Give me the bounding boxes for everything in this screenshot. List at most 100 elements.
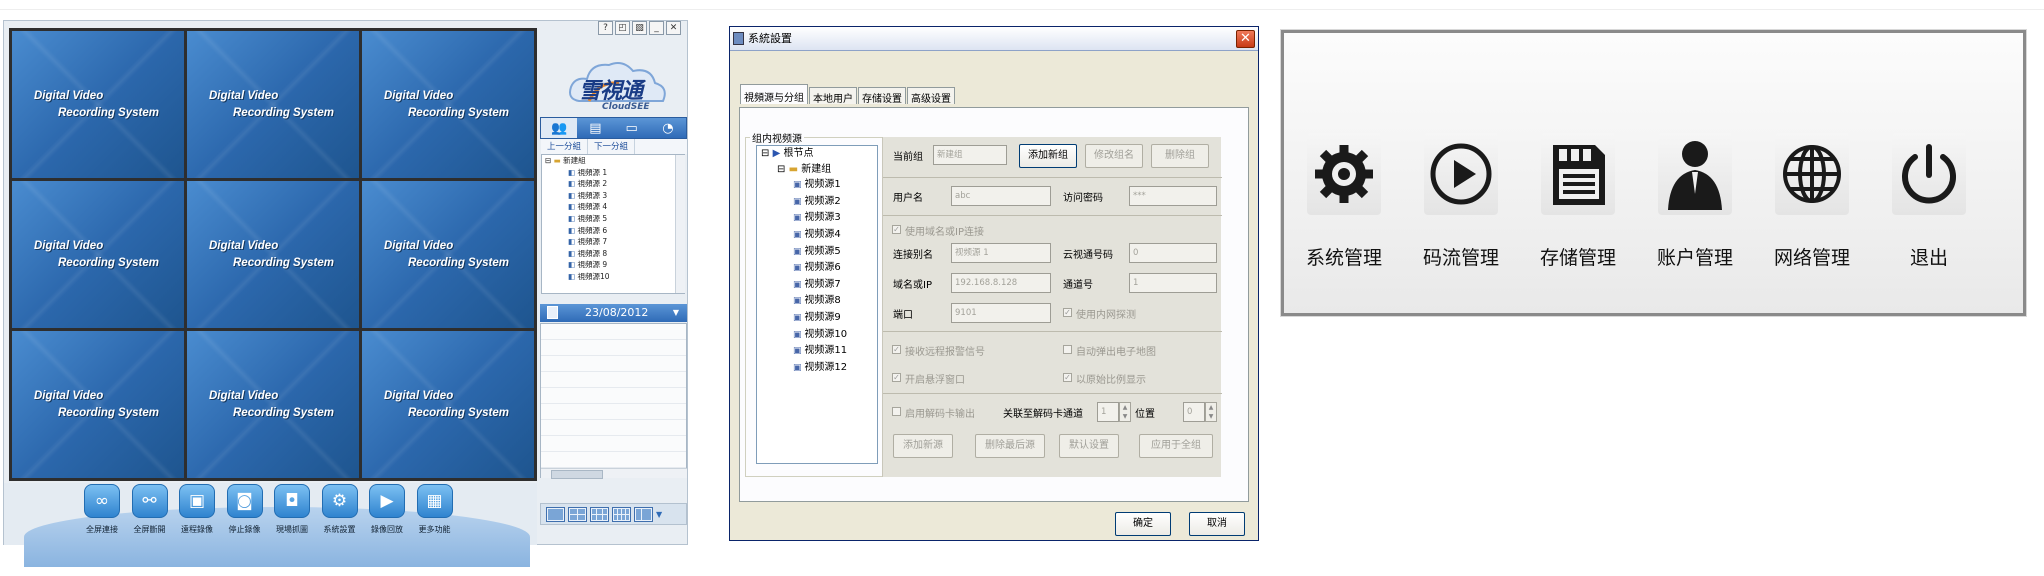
layout-dropdown-icon[interactable]: ▼ bbox=[656, 510, 662, 519]
close-button[interactable]: ✕ bbox=[666, 21, 681, 35]
toolbar-button[interactable]: ▣ 遠程錄像 bbox=[177, 484, 217, 535]
use-domain-checkbox[interactable]: ✓ bbox=[892, 225, 901, 234]
horizontal-scrollbar[interactable] bbox=[541, 468, 687, 479]
hover-window-checkbox[interactable]: ✓ bbox=[892, 373, 901, 382]
current-group-input[interactable]: 新建组 bbox=[933, 145, 1007, 165]
video-cell[interactable]: Digital Video Recording System bbox=[12, 181, 184, 328]
rename-group-button[interactable]: 修改组名 bbox=[1085, 144, 1143, 168]
tree-item[interactable]: 视频源4 bbox=[757, 227, 877, 244]
tree-item[interactable]: 視頻源 9 bbox=[542, 259, 684, 271]
menu-item-storage[interactable]: 存储管理 bbox=[1533, 133, 1623, 270]
password-input[interactable]: *** bbox=[1129, 186, 1217, 206]
restore-button[interactable]: ◰ bbox=[615, 21, 630, 35]
tree-item[interactable]: 视频源7 bbox=[757, 277, 877, 294]
video-cell[interactable]: Digital Video Recording System bbox=[362, 181, 534, 328]
tab-advanced[interactable]: 高级设置 bbox=[907, 87, 955, 105]
ok-button[interactable]: 确定 bbox=[1115, 512, 1171, 536]
video-cell[interactable]: Digital Video Recording System bbox=[362, 331, 534, 478]
help-button[interactable]: ? bbox=[598, 21, 613, 35]
menu-item-network[interactable]: 网络管理 bbox=[1767, 133, 1857, 270]
menu-item-exit[interactable]: 退出 bbox=[1884, 133, 1974, 270]
tab-storage[interactable]: 存储设置 bbox=[858, 87, 906, 105]
toolbar-button[interactable]: ▶ 錄像回放 bbox=[367, 484, 407, 535]
record-list[interactable] bbox=[540, 323, 687, 478]
layout-4-icon[interactable] bbox=[568, 506, 587, 522]
tree-item[interactable]: 视频源9 bbox=[757, 310, 877, 327]
menu-item-system[interactable]: 系统管理 bbox=[1299, 133, 1389, 270]
tree-item[interactable]: 視頻源 8 bbox=[542, 248, 684, 260]
tree-item[interactable]: 視頻源 3 bbox=[542, 190, 684, 202]
cloud-id-input[interactable]: 0 bbox=[1129, 243, 1217, 263]
tree-group[interactable]: ⊟ ▬ 新建組 bbox=[542, 155, 684, 167]
conn-alias-input[interactable]: 视频源 1 bbox=[951, 243, 1051, 263]
default-settings-button[interactable]: 默认设置 bbox=[1059, 434, 1119, 458]
apply-all-button[interactable]: 应用于全组 bbox=[1139, 434, 1213, 458]
video-cell[interactable]: Digital Video Recording System bbox=[12, 331, 184, 478]
toolbar-button[interactable]: ◙ 停止錄像 bbox=[225, 484, 265, 535]
tree-item[interactable]: 视频源12 bbox=[757, 360, 877, 377]
layout-custom-icon[interactable] bbox=[634, 506, 653, 522]
channel-input[interactable]: 1 bbox=[1129, 273, 1217, 293]
layout-1-icon[interactable] bbox=[546, 506, 565, 522]
layout-16-icon[interactable] bbox=[612, 506, 631, 522]
add-source-button[interactable]: 添加新源 bbox=[893, 434, 953, 458]
toolbar-button[interactable]: ⚯ 全屏斷開 bbox=[130, 484, 170, 535]
delete-last-source-button[interactable]: 删除最后源 bbox=[975, 434, 1045, 458]
toolbar-button[interactable]: ▦ 更多功能 bbox=[415, 484, 455, 535]
menu-item-stream[interactable]: 码流管理 bbox=[1416, 133, 1506, 270]
layout-button[interactable]: ▧ bbox=[632, 21, 647, 35]
tree-item[interactable]: 視頻源10 bbox=[542, 271, 684, 283]
tree-item[interactable]: 視頻源 1 bbox=[542, 167, 684, 179]
date-bar[interactable]: 23/08/2012 ▼ bbox=[540, 304, 687, 322]
monitor-tab-icon[interactable]: ▭ bbox=[614, 118, 650, 138]
folder-tab-icon[interactable]: ▤ bbox=[577, 118, 613, 138]
decoder-channel-spinner[interactable]: ▲ ▼ bbox=[1119, 402, 1131, 422]
tree-item[interactable]: 視頻源 6 bbox=[542, 225, 684, 237]
tree-item[interactable]: 視頻源 7 bbox=[542, 236, 684, 248]
tree-group[interactable]: ⊟ ▬ 新建组 bbox=[757, 162, 877, 178]
toolbar-button[interactable]: ◘ 現場抓圖 bbox=[272, 484, 312, 535]
tree-item[interactable]: 视频源8 bbox=[757, 293, 877, 310]
tree-item[interactable]: 视频源3 bbox=[757, 210, 877, 227]
tree-item[interactable]: 视频源6 bbox=[757, 260, 877, 277]
users-tab-icon[interactable]: 👥 bbox=[541, 118, 578, 138]
tree-item[interactable]: 视频源5 bbox=[757, 244, 877, 261]
minimize-button[interactable]: _ bbox=[649, 21, 664, 35]
video-cell[interactable]: Digital Video Recording System bbox=[187, 331, 359, 478]
tree-item[interactable]: 视频源10 bbox=[757, 327, 877, 344]
ratio-checkbox[interactable]: ✓ bbox=[1063, 373, 1072, 382]
dialog-close-button[interactable]: ✕ bbox=[1236, 30, 1255, 48]
menu-item-account[interactable]: 账户管理 bbox=[1650, 133, 1740, 270]
layout-9-icon[interactable] bbox=[590, 506, 609, 522]
port-input[interactable]: 9101 bbox=[951, 303, 1051, 323]
video-cell[interactable]: Digital Video Recording System bbox=[187, 31, 359, 178]
tree-scrollbar[interactable] bbox=[675, 155, 685, 293]
position-spinner[interactable]: ▲ ▼ bbox=[1205, 402, 1217, 422]
alarm-checkbox[interactable]: ✓ bbox=[892, 345, 901, 354]
tree-item[interactable]: 視頻源 2 bbox=[542, 178, 684, 190]
domain-input[interactable]: 192.168.8.128 bbox=[951, 273, 1051, 293]
add-group-button[interactable]: 添加新组 bbox=[1019, 144, 1077, 168]
tree-item[interactable]: 視頻源 4 bbox=[542, 201, 684, 213]
cancel-button[interactable]: 取消 bbox=[1189, 512, 1245, 536]
video-cell[interactable]: Digital Video Recording System bbox=[187, 181, 359, 328]
lan-probe-checkbox[interactable]: ✓ bbox=[1063, 308, 1072, 317]
tree-item[interactable]: 視頻源 5 bbox=[542, 213, 684, 225]
delete-group-button[interactable]: 删除组 bbox=[1151, 144, 1209, 168]
next-group-link[interactable]: 下一分組 bbox=[588, 139, 636, 154]
video-cell[interactable]: Digital Video Recording System bbox=[12, 31, 184, 178]
tree-root[interactable]: ⊟ ▶ 根节点 bbox=[757, 146, 877, 162]
tree-item[interactable]: 视频源1 bbox=[757, 177, 877, 194]
chevron-down-icon[interactable]: ▼ bbox=[673, 304, 679, 322]
tab-sources[interactable]: 視頻源与分组 bbox=[740, 84, 808, 104]
tab-local-users[interactable]: 本地用户 bbox=[809, 87, 857, 105]
decoder-checkbox[interactable] bbox=[892, 407, 901, 416]
position-input[interactable]: 0 bbox=[1183, 402, 1205, 422]
decoder-channel-input[interactable]: 1 bbox=[1097, 402, 1119, 422]
tree-item[interactable]: 视频源2 bbox=[757, 194, 877, 211]
prev-group-link[interactable]: 上一分組 bbox=[541, 139, 589, 154]
video-cell[interactable]: Digital Video Recording System bbox=[362, 31, 534, 178]
tree-item[interactable]: 视频源11 bbox=[757, 343, 877, 360]
popup-map-checkbox[interactable] bbox=[1063, 345, 1072, 354]
ptz-tab-icon[interactable]: ◔ bbox=[650, 118, 686, 138]
